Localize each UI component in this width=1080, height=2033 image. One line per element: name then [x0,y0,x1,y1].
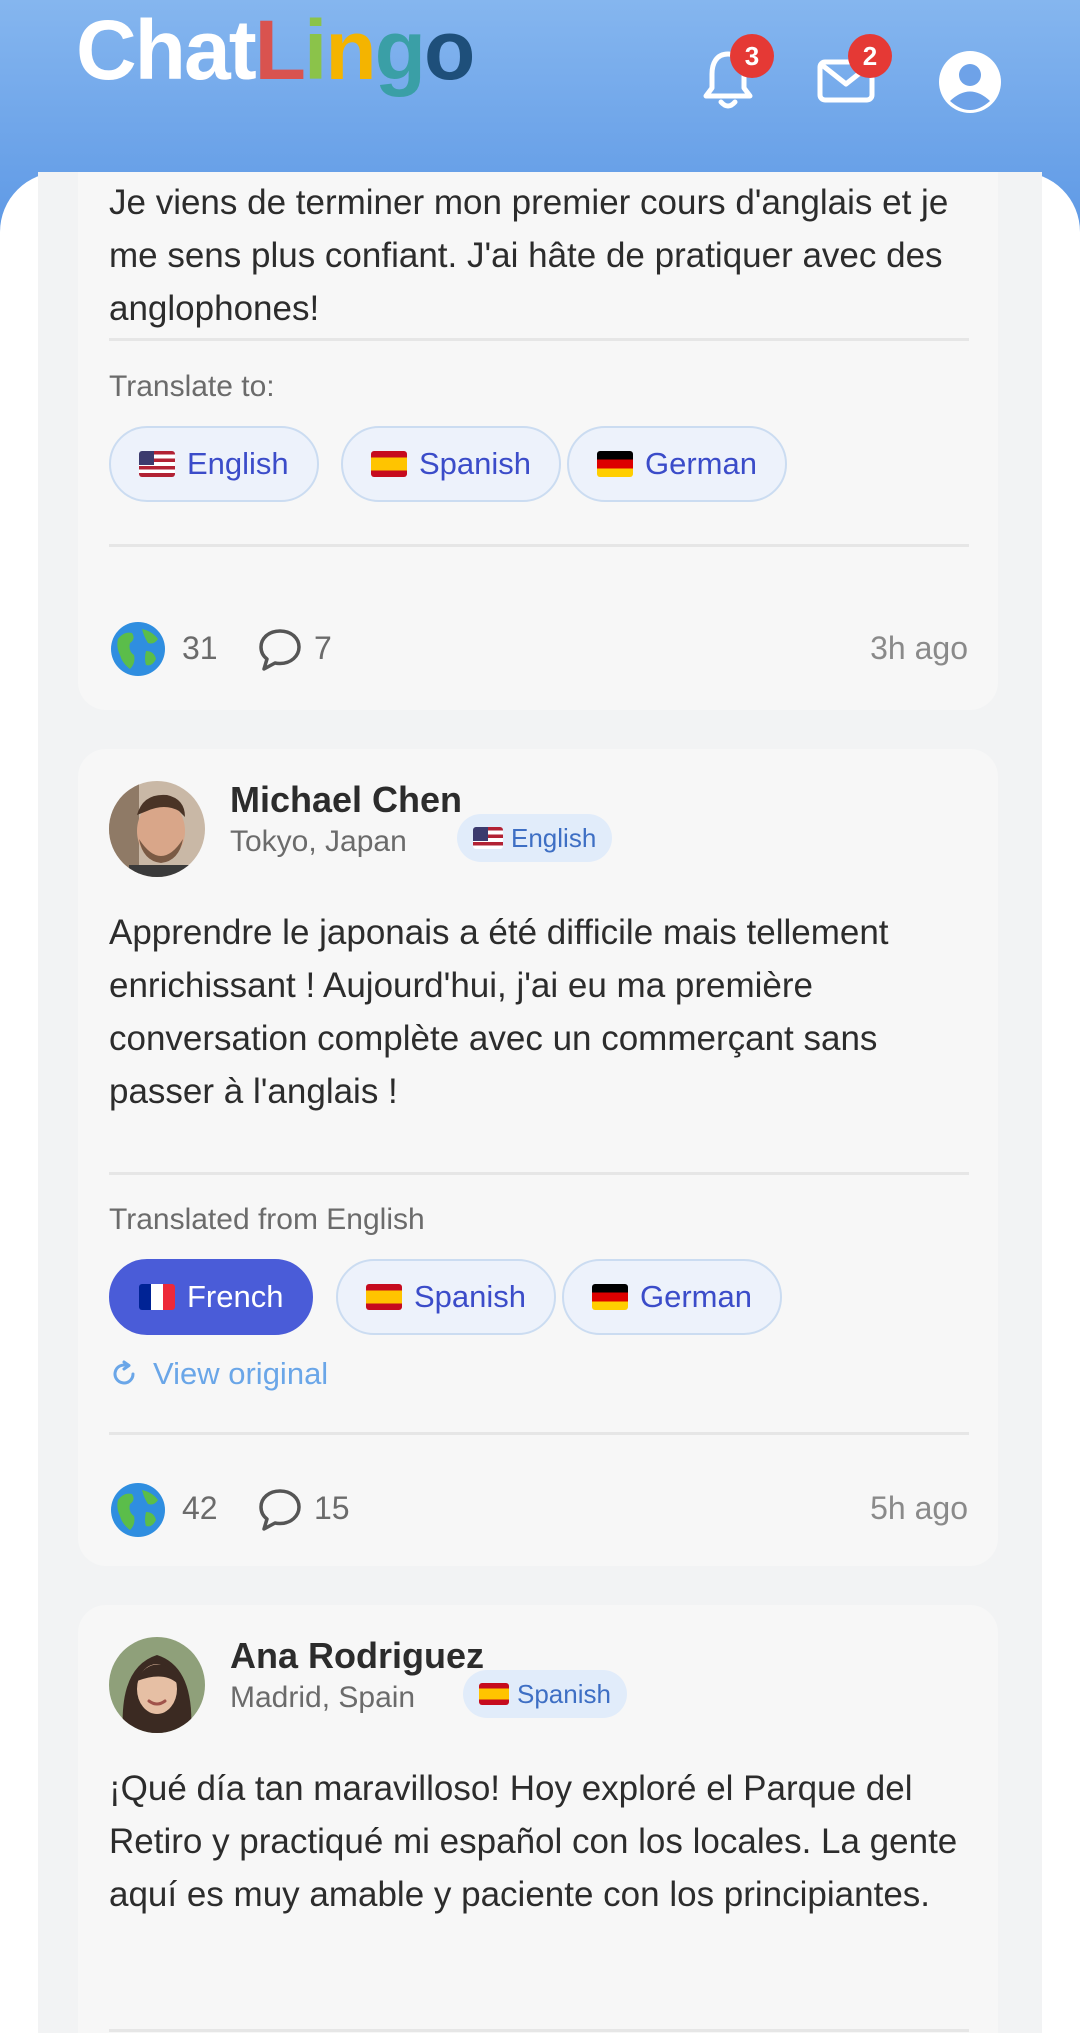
post-card: Michael Chen Tokyo, Japan English Appren… [78,749,998,1566]
reaction-count: 31 [182,630,218,666]
comment-count: 7 [314,630,332,666]
post-text: ¡Qué día tan maravilloso! Hoy exploré el… [109,1769,958,1914]
notifications-badge: 3 [730,34,774,78]
logo-part: L [254,3,306,97]
chip-label: German [640,1279,752,1314]
divider [109,1172,969,1175]
divider [109,338,969,341]
author-location: Tokyo, Japan [230,825,407,858]
divider [109,1432,969,1435]
user-avatar-image [109,1637,205,1733]
language-label: English [511,822,597,853]
chip-label: German [645,446,757,481]
language-label: Spanish [517,1678,611,1709]
germany-flag-icon [592,1284,628,1310]
refresh-icon [113,1360,135,1385]
logo-part: o [423,3,475,97]
divider [109,2029,969,2032]
post-text: Apprendre le japonais a été difficile ma… [109,913,889,1111]
chip-label: English [187,446,289,481]
chip-label: Spanish [414,1279,527,1314]
author-location: Madrid, Spain [230,1681,416,1714]
spain-flag-icon [366,1284,402,1310]
logo-part: g [374,3,426,97]
translate-chip-german[interactable]: German [567,426,787,502]
translate-chip-english[interactable]: English [109,426,319,502]
view-original-link[interactable]: View original [109,1356,328,1392]
profile-button[interactable] [934,46,1006,118]
reaction-count: 42 [182,1490,218,1526]
chip-label: French [187,1279,284,1314]
user-avatar-image [109,781,205,877]
comment-icon[interactable] [256,1486,304,1534]
feed[interactable]: Je viens de terminer mon premier cours d… [38,172,1042,2033]
user-icon [939,51,1001,113]
post-card: Ana Rodriguez Madrid, Spain Spanish ¡Qué… [78,1605,998,2033]
translate-label: Translate to: [109,370,275,403]
us-flag-icon [139,451,175,477]
logo-part: n [325,3,376,97]
chip-label: Spanish [419,446,532,481]
divider [109,544,969,547]
us-flag-icon [473,827,503,849]
native-language-badge: Spanish [463,1670,627,1718]
comment-icon[interactable] [256,626,304,674]
translate-chip-french[interactable]: French [109,1259,314,1335]
globe-icon[interactable] [110,1482,166,1538]
spain-flag-icon [371,451,407,477]
translate-chip-german[interactable]: German [562,1259,782,1335]
app-logo[interactable]: ChatLingo [76,2,475,98]
author-name[interactable]: Michael Chen [230,779,462,821]
avatar[interactable] [109,1637,205,1733]
post-card: Je viens de terminer mon premier cours d… [78,172,998,710]
comment-count: 15 [314,1490,350,1526]
spain-flag-icon [479,1683,509,1705]
post-time: 3h ago [870,630,968,666]
notifications-button[interactable]: 3 [692,34,774,116]
translate-chip-spanish[interactable]: Spanish [336,1259,557,1335]
avatar[interactable] [109,781,205,877]
post-time: 5h ago [870,1490,968,1526]
translated-from-label: Translated from English [109,1203,425,1236]
post-text: Je viens de terminer mon premier cours d… [109,183,949,328]
france-flag-icon [139,1284,175,1310]
author-name[interactable]: Ana Rodriguez [230,1635,484,1677]
globe-icon[interactable] [110,621,166,677]
native-language-badge: English [457,814,613,862]
translate-chip-spanish[interactable]: Spanish [341,426,562,502]
germany-flag-icon [597,451,633,477]
logo-part: Chat [76,3,257,97]
view-original-label: View original [153,1356,329,1391]
messages-button[interactable]: 2 [810,34,892,116]
logo-part: i [303,3,327,97]
messages-badge: 2 [848,34,892,78]
